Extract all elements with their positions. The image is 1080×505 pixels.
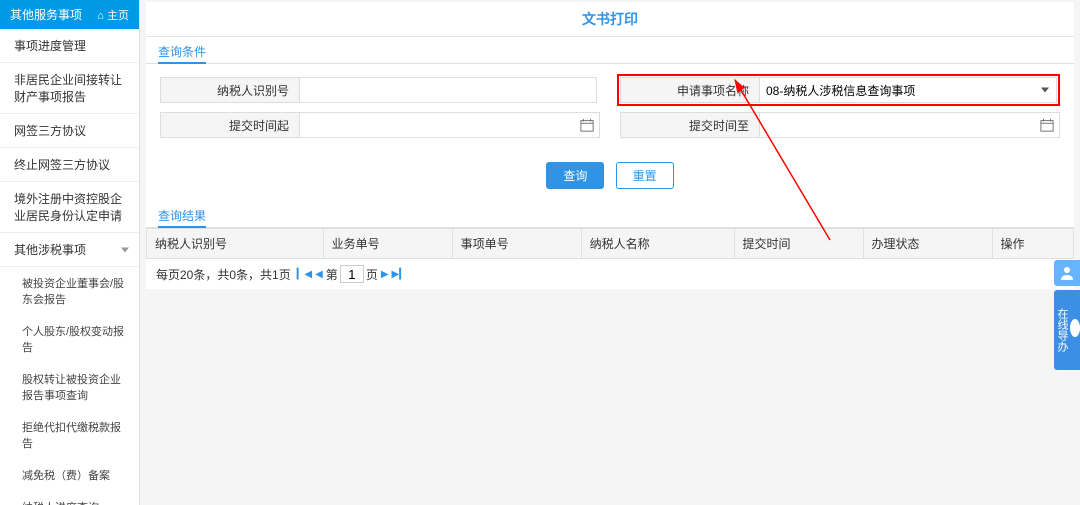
calendar-icon[interactable] xyxy=(1040,118,1054,132)
submit-to-input[interactable] xyxy=(760,112,1060,138)
sidebar: 其他服务事项 ⌂ 主页 事项进度管理 非居民企业间接转让财产事项报告 网签三方协… xyxy=(0,0,140,505)
sidebar-item-board-report[interactable]: 被投资企业董事会/股东会报告 xyxy=(0,267,139,315)
th-action: 操作 xyxy=(992,229,1073,259)
taxpayer-id-input[interactable] xyxy=(300,77,597,103)
sidebar-item-overseas[interactable]: 境外注册中资控股企业居民身份认定申请 xyxy=(0,182,139,233)
avatar-icon xyxy=(1070,319,1080,337)
button-row: 查询 重置 xyxy=(146,154,1074,201)
th-business-no: 业务单号 xyxy=(323,229,452,259)
sidebar-item-progress[interactable]: 事项进度管理 xyxy=(0,29,139,63)
th-taxpayer-id: 纳税人识别号 xyxy=(147,229,324,259)
query-section-title: 查询条件 xyxy=(146,37,1074,64)
apply-item-select[interactable] xyxy=(760,77,1057,103)
th-item-no: 事项单号 xyxy=(452,229,581,259)
home-icon: ⌂ xyxy=(97,10,107,22)
submit-to-label: 提交时间至 xyxy=(620,112,760,138)
sidebar-item-terminate-tri[interactable]: 终止网签三方协议 xyxy=(0,148,139,182)
sidebar-item-equity-transfer-query[interactable]: 股权转让被投资企业报告事项查询 xyxy=(0,363,139,411)
calendar-icon[interactable] xyxy=(580,118,594,132)
main-content: 文书打印 查询条件 纳税人识别号 申请事项名称 xyxy=(140,0,1080,505)
reset-button[interactable]: 重置 xyxy=(616,162,674,189)
last-page-icon[interactable]: ▶▎ xyxy=(392,269,407,280)
user-float-icon[interactable] xyxy=(1054,260,1080,286)
submit-from-input[interactable] xyxy=(300,112,600,138)
th-status: 办理状态 xyxy=(863,229,992,259)
results-table: 纳税人识别号 业务单号 事项单号 纳税人名称 提交时间 办理状态 操作 xyxy=(146,228,1074,259)
prev-page-icon[interactable]: ◀ xyxy=(315,269,323,280)
query-button[interactable]: 查询 xyxy=(546,162,604,189)
next-page-icon[interactable]: ▶ xyxy=(381,269,389,280)
sidebar-item-shareholder-change[interactable]: 个人股东/股权变动报告 xyxy=(0,315,139,363)
th-taxpayer-name: 纳税人名称 xyxy=(581,229,734,259)
first-page-icon[interactable]: ▎◀ xyxy=(297,269,312,280)
taxpayer-id-label: 纳税人识别号 xyxy=(160,77,300,103)
query-form: 纳税人识别号 申请事项名称 提交时间起 xyxy=(146,64,1074,154)
th-submit-time: 提交时间 xyxy=(734,229,863,259)
sidebar-header: 其他服务事项 ⌂ 主页 xyxy=(0,0,139,29)
sidebar-item-sign-tri[interactable]: 网签三方协议 xyxy=(0,114,139,148)
submit-from-label: 提交时间起 xyxy=(160,112,300,138)
sidebar-title: 其他服务事项 xyxy=(10,6,82,23)
sidebar-item-other-tax[interactable]: 其他涉税事项 xyxy=(0,233,139,267)
pagination: 每页20条，共0条，共1页 ▎◀ ◀ 第 页 ▶ ▶▎ xyxy=(146,259,1074,289)
pagination-info: 每页20条，共0条，共1页 xyxy=(156,266,291,283)
sidebar-item-tax-reduction[interactable]: 减免税（费）备案 xyxy=(0,459,139,491)
apply-item-label: 申请事项名称 xyxy=(620,77,760,103)
results-section-title: 查询结果 xyxy=(146,201,1074,228)
sidebar-item-taxpayer-progress[interactable]: 纳税人进度查询 xyxy=(0,491,139,505)
page-input[interactable] xyxy=(340,265,364,283)
online-service-button[interactable]: 在线导办 xyxy=(1054,290,1080,370)
sidebar-item-nonresident[interactable]: 非居民企业间接转让财产事项报告 xyxy=(0,63,139,114)
home-link[interactable]: ⌂ 主页 xyxy=(97,7,129,23)
sidebar-item-refuse-withhold[interactable]: 拒绝代扣代缴税款报告 xyxy=(0,411,139,459)
page-title: 文书打印 xyxy=(146,2,1074,37)
float-icons: 在线导办 xyxy=(1054,260,1080,374)
